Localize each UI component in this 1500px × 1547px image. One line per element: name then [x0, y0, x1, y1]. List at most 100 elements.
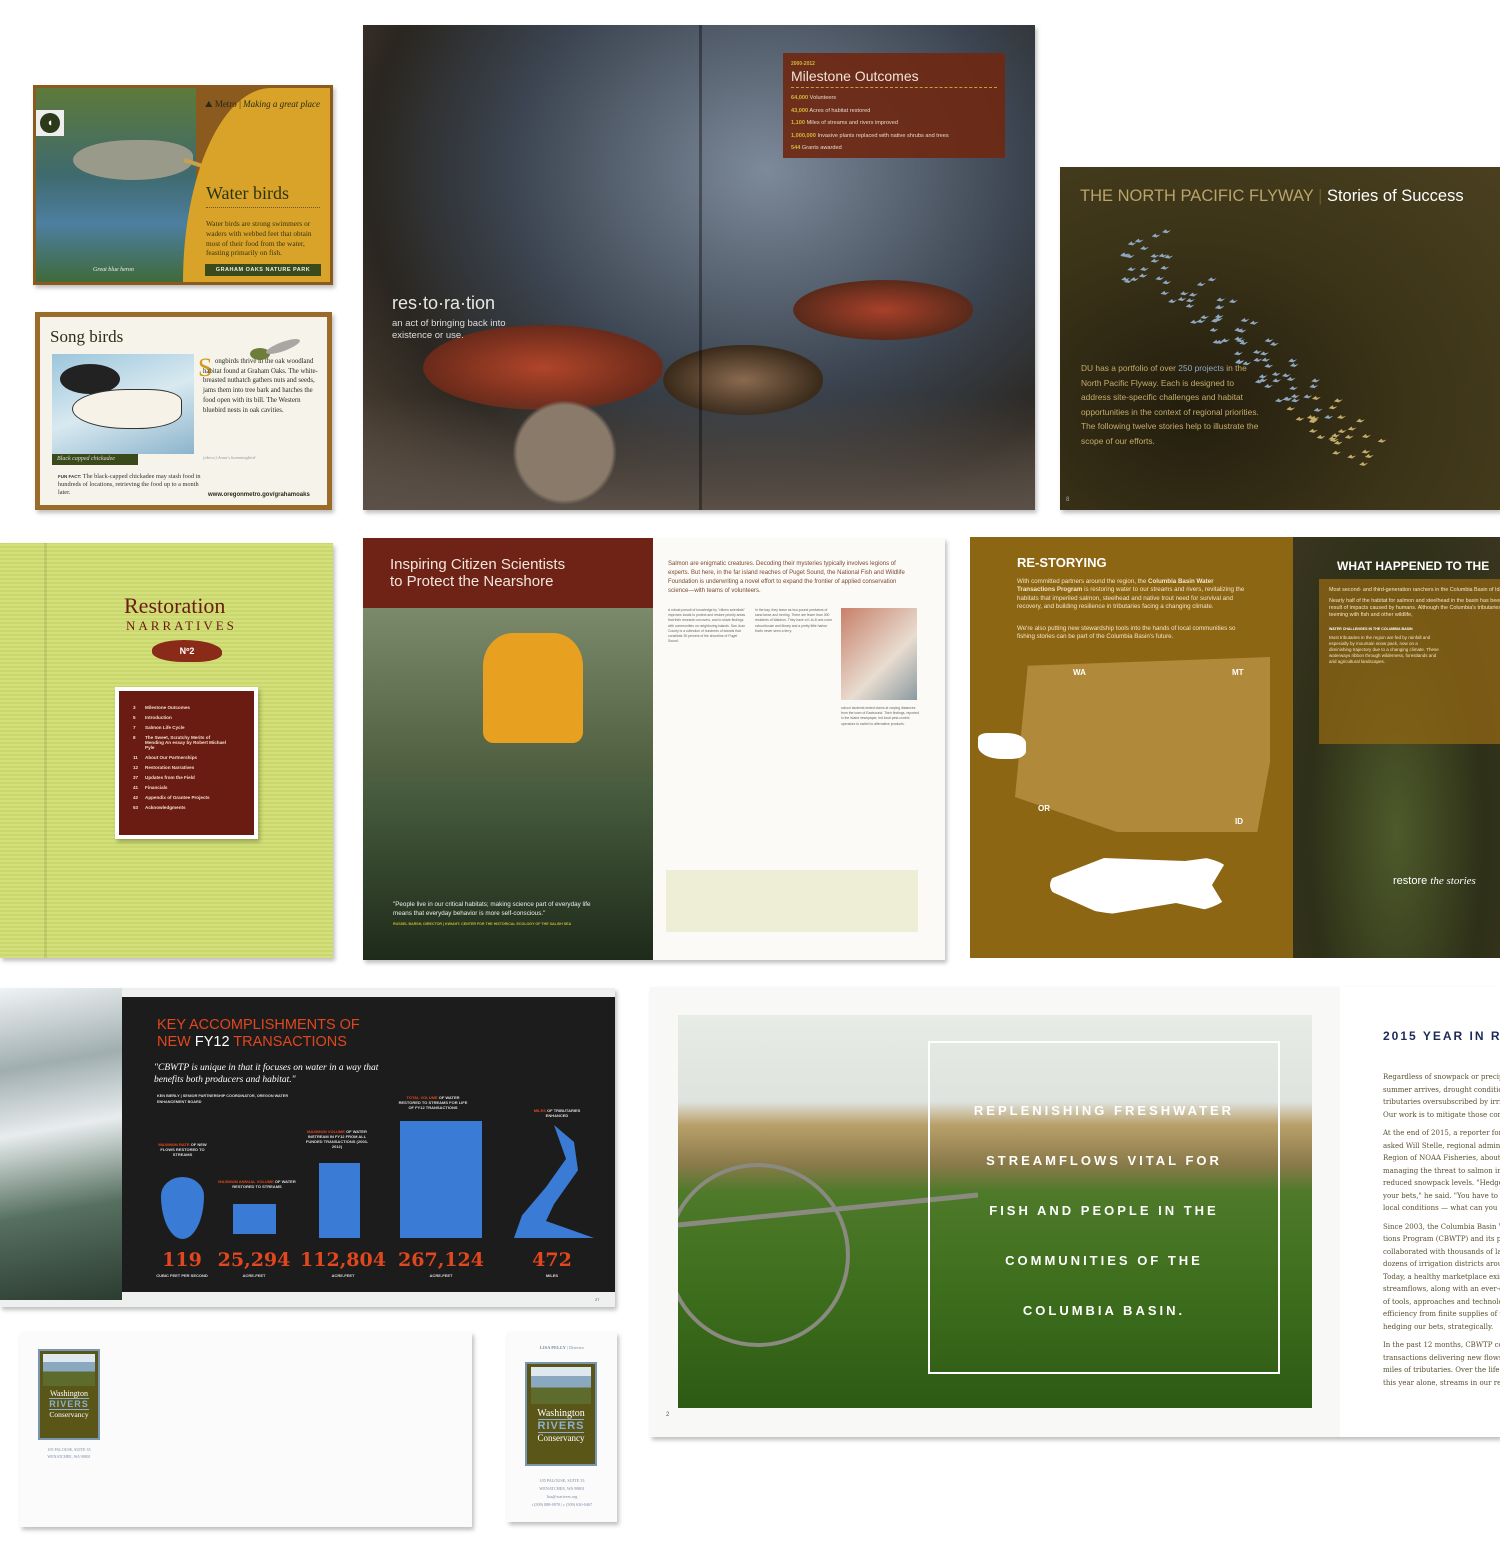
- bird-icon: [1361, 433, 1371, 438]
- toc-item[interactable]: 37 Updates from the Field: [133, 775, 248, 780]
- spine: [699, 25, 702, 510]
- project-info-box: [666, 870, 918, 932]
- bird-icon: [1286, 406, 1296, 411]
- bird-icon: [1177, 297, 1187, 302]
- bird-icon: [1200, 314, 1210, 319]
- toc-item[interactable]: 7 Salmon Life Cycle: [133, 725, 248, 730]
- bird-icon: [1179, 291, 1189, 296]
- brand: Metro: [214, 99, 237, 109]
- photo-caption: Black capped chickadee: [52, 454, 138, 465]
- milestone-item: 64,000 Volunteers: [791, 95, 837, 101]
- divider: [206, 207, 320, 208]
- park-label: GRAHAM OAKS NATURE PARK: [205, 264, 321, 276]
- stat-value: 119 CUBIC FEET PER SECOND: [156, 1249, 208, 1278]
- website-link[interactable]: www.oregonmetro.gov/grahamoaks: [208, 492, 310, 498]
- return-address: 105 PALOUSE, SUITE 33 WENATCHEE, WA 98801: [47, 1447, 91, 1459]
- bird-icon: [1134, 238, 1144, 243]
- fish-in-hand-photo: [841, 608, 917, 700]
- milestone-item: 1,000,000 Invasive plants replaced with …: [791, 132, 949, 139]
- card-title: Song birds: [50, 327, 124, 346]
- bird-icon: [1162, 280, 1172, 285]
- bird-icon: [1196, 318, 1206, 323]
- quote-attribution: KEN BIERLY | SENIOR PARTNERSHIP COORDINA…: [157, 1094, 289, 1104]
- bird-icon: [1331, 433, 1341, 438]
- cover-title: Restoration: [124, 593, 226, 618]
- text-column: school students tested clams at varying …: [841, 706, 919, 726]
- bird-icon: [1347, 454, 1357, 459]
- bird-icon: [1295, 416, 1305, 421]
- toc-item[interactable]: 3 Milestone Outcomes: [133, 705, 248, 710]
- card-body: Water birds are strong swimmers or wader…: [206, 219, 312, 258]
- bird-icon: [1127, 241, 1137, 246]
- bird-icon: [1313, 407, 1323, 412]
- water-tank-large-icon: [400, 1121, 482, 1238]
- bird-icon: [1252, 349, 1262, 354]
- text-frame: REPLENISHING FRESHWATER STREAMFLOWS VITA…: [928, 1041, 1280, 1374]
- cover-subtitle: NARRATIVES: [126, 618, 237, 633]
- bird-icon: [1155, 276, 1165, 281]
- page-number: 2: [666, 1412, 670, 1418]
- bird-icon: [1190, 319, 1200, 324]
- stat-value: 267,124 ACRE-FEET: [398, 1249, 484, 1278]
- map-label: OR: [1038, 804, 1050, 813]
- water-tank-medium-icon: [319, 1163, 360, 1238]
- map-label: WA: [1073, 668, 1086, 677]
- toc-item[interactable]: 12 Restoration Narratives: [133, 765, 248, 770]
- headline-line: REPLENISHING FRESHWATER: [973, 1103, 1235, 1118]
- bird-icon: [1140, 246, 1149, 250]
- paragraph: In the past 12 months, CBWTP co transact…: [1383, 1341, 1500, 1387]
- infographic-panel: KEY ACCOMPLISHMENTS OF NEW FY12 TRANSACTI…: [122, 997, 615, 1292]
- bird-icon: [1286, 376, 1296, 381]
- box-text: Most tributaries in the region are fed b…: [1329, 635, 1439, 664]
- stat-value: 25,294 ACRE-FEET: [217, 1249, 291, 1278]
- bird-icon: [1259, 351, 1269, 356]
- bird-icon: [1240, 318, 1250, 323]
- page-number: 27: [595, 1297, 600, 1302]
- wrc-logo: Washington RIVERS Conservancy: [38, 1349, 100, 1440]
- year-in-review-page: 2015 YEAR IN R Regardless of snowpack or…: [1340, 987, 1500, 1437]
- toc-item[interactable]: 8 The Sweet, Scratchy Merits of Mending A…: [133, 735, 248, 750]
- bird-icon: [1150, 258, 1160, 263]
- toc-item[interactable]: 11 About Our Partnerships: [133, 755, 248, 760]
- headline-line: COMMUNITIES OF THE: [1005, 1253, 1203, 1268]
- bird-icon: [1216, 297, 1226, 302]
- bird-icon: [1207, 277, 1217, 282]
- salmon-badge-icon: Nº2: [152, 640, 222, 662]
- bird-icon: [1290, 394, 1300, 399]
- bird-icon: [1127, 266, 1137, 271]
- bird-icon: [1355, 418, 1365, 423]
- text-panel: Most second- and third-generation ranche…: [1319, 579, 1500, 744]
- bird-icon: [1347, 426, 1357, 431]
- milestone-outcomes-box: 2000-2012 Milestone Outcomes 64,000 Volu…: [783, 53, 1005, 158]
- box-title: WATER CHALLENGES IN THE COLUMBIA BASIN: [1329, 627, 1413, 631]
- chickadee-illustration: [52, 354, 194, 454]
- intro-paragraph: With committed partners around the regio…: [1017, 578, 1245, 610]
- map-label: ID: [1235, 817, 1243, 826]
- business-card: LISA PELLY | Director Washington RIVERS …: [507, 1332, 617, 1522]
- toc-item[interactable]: 41 Financials: [133, 785, 248, 790]
- water-drop-icon: [161, 1177, 204, 1239]
- bird-icon: [1233, 351, 1243, 356]
- page-number: 8: [1066, 497, 1070, 503]
- bird-icon: [1328, 405, 1338, 410]
- flyway-page: THE NORTH PACIFIC FLYWAY | Stories of Su…: [1060, 167, 1500, 510]
- paragraph: Since 2003, the Columbia Basin W tions P…: [1383, 1222, 1500, 1331]
- bird-icon: [1150, 253, 1160, 258]
- issue-number: Nº2: [179, 646, 195, 656]
- bird-icon: [1316, 434, 1326, 439]
- stat-caption: MAXIMUM RATE OF NEW FLOWS RESTORED TO ST…: [158, 1142, 207, 1157]
- text-column: In the bay, they leave as two-pound pred…: [755, 608, 833, 633]
- bird-icon: [1272, 378, 1282, 383]
- bird-icon: [1289, 362, 1299, 367]
- toc-item[interactable]: 5 Introduction: [133, 715, 248, 720]
- song-birds-card: Song birds Black capped chickadee S ongb…: [35, 312, 332, 510]
- bird-icon: [1161, 229, 1171, 234]
- toc-item[interactable]: 53 Acknowledgments: [133, 805, 248, 810]
- bird-icon: [1359, 461, 1369, 466]
- toc-item[interactable]: 42 Appendix of Grantee Projects: [133, 795, 248, 800]
- definition-text: an act of bringing back into existence o…: [392, 318, 506, 341]
- bird-icon: [1228, 299, 1238, 304]
- tagline: restore the stories: [1393, 875, 1476, 887]
- card-title: Water birds: [206, 183, 290, 203]
- bird-icon: [1303, 394, 1313, 399]
